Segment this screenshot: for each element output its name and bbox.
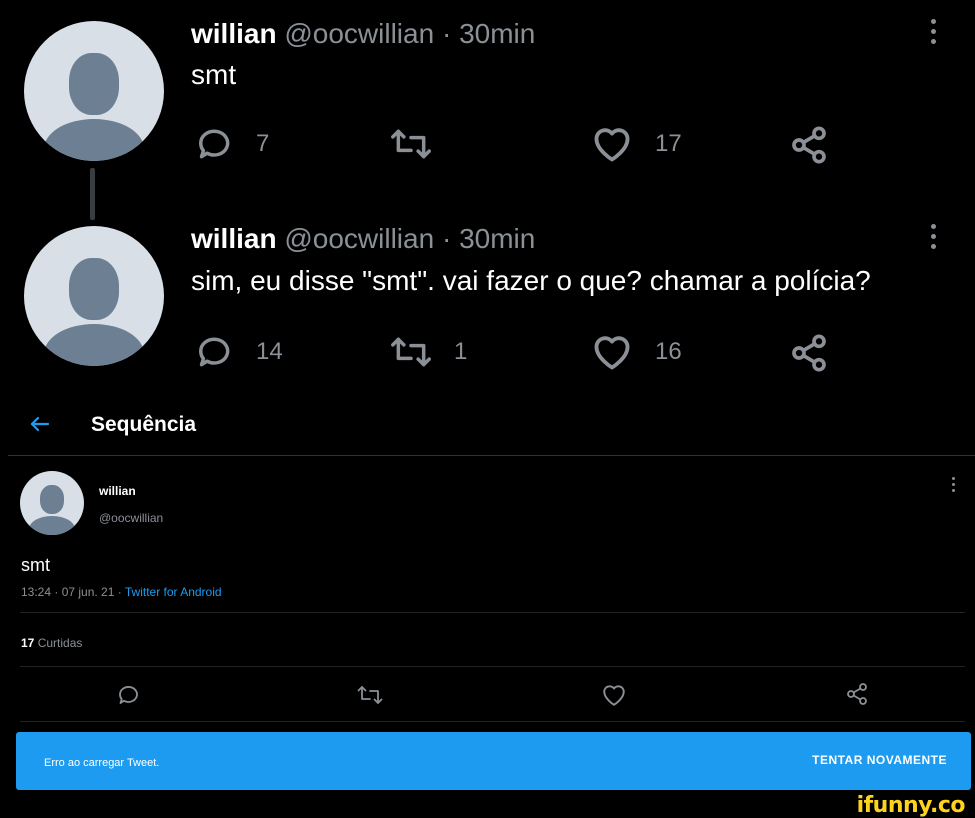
tweet-header: willian @oocwillian · 30min [191,18,535,50]
share-icon [792,334,826,372]
reply-count: 14 [256,338,283,365]
author-name[interactable]: willian [191,223,277,254]
retweet-icon [391,129,431,159]
author-handle[interactable]: @oocwillian [284,223,434,254]
like-count: 16 [655,338,682,365]
tweet-text: sim, eu disse "smt". vai fazer o que? ch… [191,265,871,296]
tweet-header: willian @oocwillian · 30min [191,223,535,255]
heart-icon [603,685,625,706]
author-handle[interactable]: @oocwillian [99,511,163,525]
share-icon [847,683,867,705]
avatar[interactable] [24,226,164,366]
arrow-left-icon [30,416,50,432]
author-name[interactable]: willian [99,484,136,498]
reply-icon [119,686,138,704]
tweet-timestamp: 13:24 · 07 jun. 21 · [21,585,122,599]
like-button[interactable]: 16 [591,333,682,371]
reply-button[interactable] [117,683,141,707]
tweet-time: · 30min [441,223,536,254]
reply-button[interactable]: 14 [196,333,283,371]
likes-label: Curtidas [37,636,83,650]
tweet-source-link[interactable]: Twitter for Android [125,585,222,599]
back-button[interactable] [28,412,52,441]
more-options-icon[interactable] [929,19,937,44]
tweet-text: smt [191,59,237,90]
likes-summary[interactable]: 17 Curtidas [21,636,82,650]
divider [20,721,965,722]
retweet-button[interactable] [390,125,454,163]
share-button[interactable] [789,125,829,165]
retweet-icon [391,337,431,367]
like-count: 17 [655,130,682,157]
snackbar-message: Erro ao carregar Tweet. [44,757,160,769]
more-options-icon[interactable] [949,477,957,492]
like-button[interactable]: 17 [591,125,682,163]
heart-icon [594,336,630,370]
avatar[interactable] [20,471,84,535]
divider [20,666,965,667]
tweet-text: smt [21,555,50,575]
error-snackbar: Erro ao carregar Tweet. TENTAR NOVAMENTE [16,732,971,790]
header-divider [8,455,975,456]
share-button[interactable] [789,333,829,373]
retweet-icon [357,686,383,704]
watermark-logo: ifunny.co [856,793,966,818]
avatar[interactable] [24,21,164,161]
divider [20,612,965,613]
retry-button[interactable]: TENTAR NOVAMENTE [812,753,947,767]
tweet-time: · 30min [441,18,536,49]
like-button[interactable] [601,683,627,707]
retweet-button[interactable] [357,683,383,707]
reply-count: 7 [256,130,270,157]
reply-icon [199,337,230,367]
retweet-button[interactable]: 1 [390,333,467,371]
reply-icon [199,129,230,159]
more-options-icon[interactable] [929,224,937,249]
author-name[interactable]: willian [191,18,277,49]
page-title: Sequência [91,413,197,436]
likes-count: 17 [21,636,35,650]
retweet-count: 1 [454,338,468,365]
author-handle[interactable]: @oocwillian [284,18,434,49]
heart-icon [594,128,630,162]
thread-connector [90,168,95,220]
share-button[interactable] [845,682,869,706]
tweet-meta: 13:24 · 07 jun. 21 · Twitter for Android [21,585,222,599]
share-icon [792,126,826,164]
reply-button[interactable]: 7 [196,125,269,163]
